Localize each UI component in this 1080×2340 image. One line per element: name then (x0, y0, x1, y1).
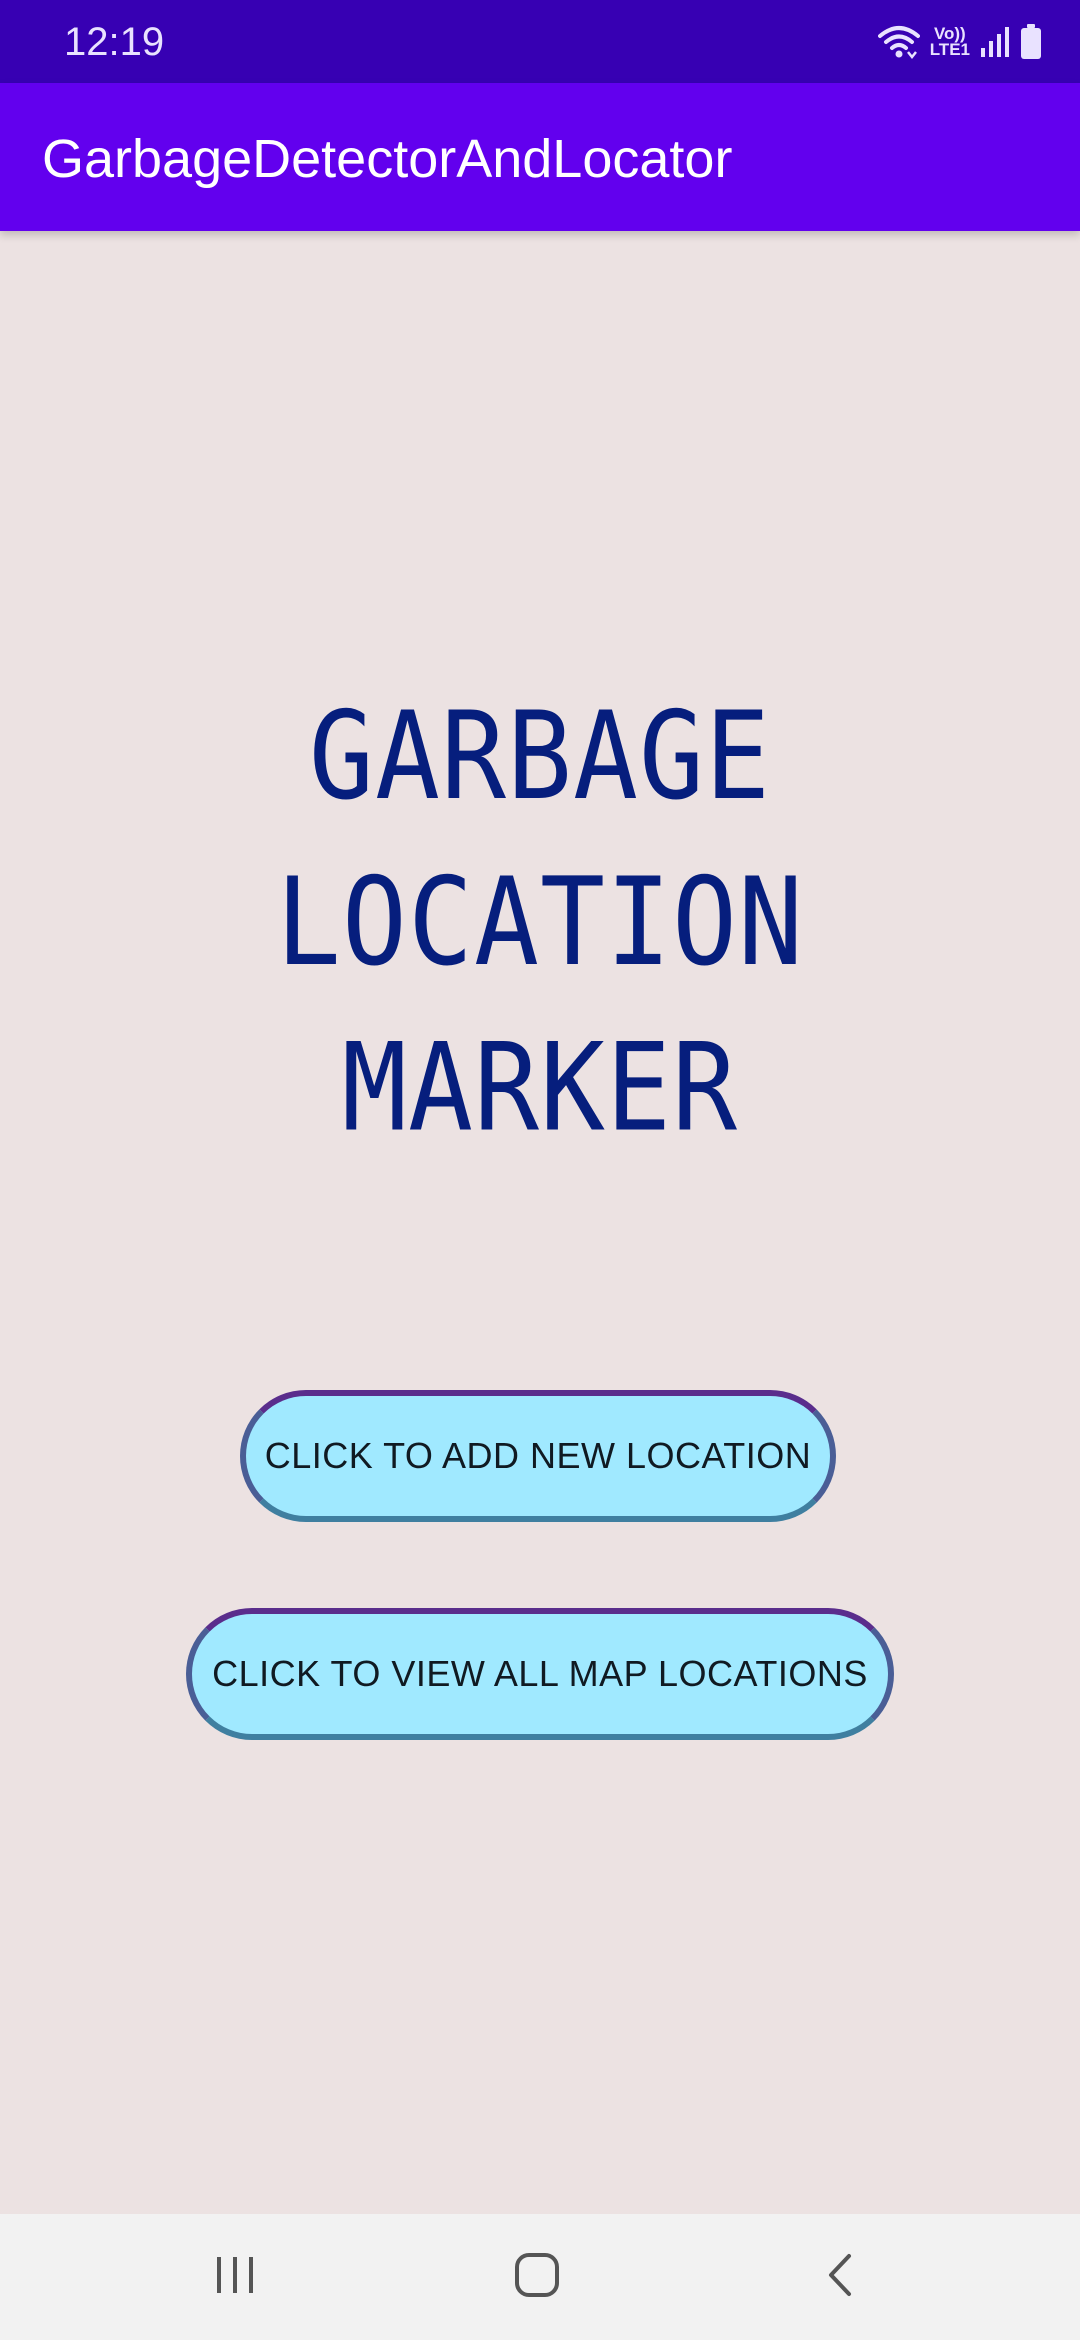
headline-line-1: GARBAGE LOCATION (275, 687, 805, 994)
status-time: 12:19 (64, 20, 165, 64)
add-new-location-button[interactable]: CLICK TO ADD NEW LOCATION (240, 1390, 836, 1522)
home-button[interactable] (497, 2237, 577, 2317)
status-icons: Vo)) LTE1 (877, 18, 1042, 66)
recents-icon (213, 2255, 257, 2300)
status-bar: 12:19 Vo)) LTE1 (0, 0, 1080, 83)
signal-icon (980, 26, 1010, 58)
back-button[interactable] (800, 2237, 880, 2317)
system-nav-bar (0, 2214, 1080, 2340)
back-icon (825, 2252, 855, 2303)
recents-button[interactable] (195, 2237, 275, 2317)
app-bar: GarbageDetectorAndLocator (0, 83, 1080, 231)
battery-icon (1020, 24, 1042, 60)
headline-line-2: MARKER (341, 1018, 739, 1159)
lte-label: LTE1 (929, 40, 970, 59)
app-screen: 12:19 Vo)) LTE1 GarbageDetectorAndLocato… (0, 0, 1080, 2340)
volte-lte-icon: Vo)) LTE1 (929, 25, 970, 59)
wifi-icon (877, 24, 920, 60)
view-all-map-locations-button[interactable]: CLICK TO VIEW ALL MAP LOCATIONS (186, 1608, 894, 1740)
page-headline: GARBAGE LOCATION MARKER (40, 675, 1040, 1172)
home-icon (513, 2251, 561, 2304)
app-title: GarbageDetectorAndLocator (42, 129, 733, 189)
